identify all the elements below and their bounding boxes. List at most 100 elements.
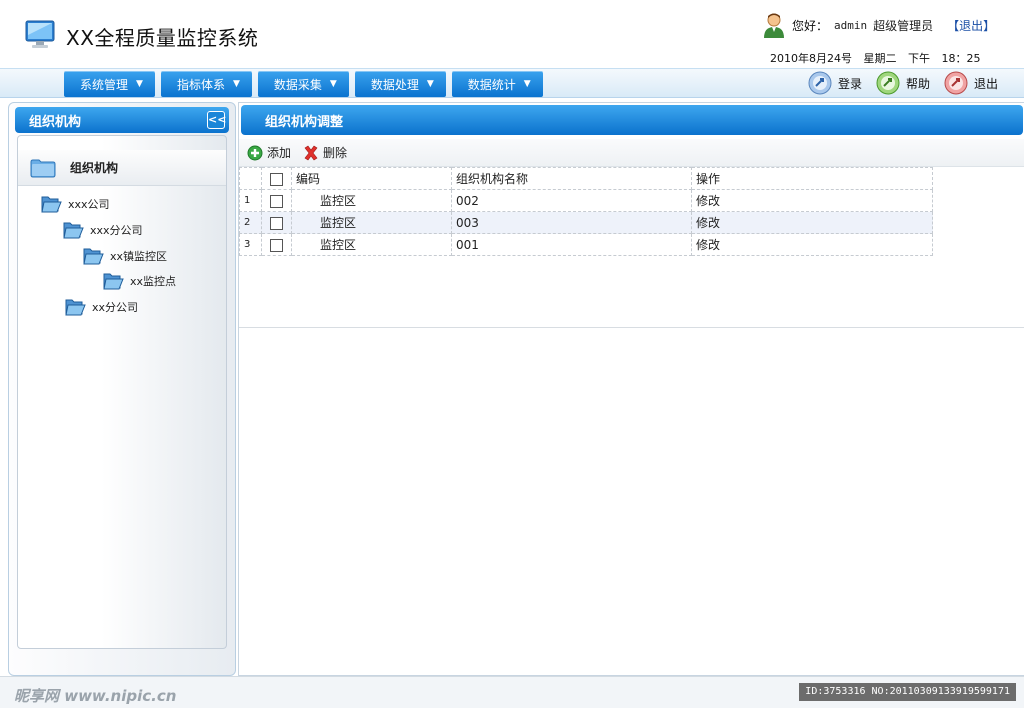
greeting-label: 您好： [792,18,829,33]
sidebar-title: 组织机构 [29,114,82,130]
main-menu: 系统管理 ▼ 指标体系 ▼ 数据采集 ▼ 数据处理 ▼ 数据统计 ▼ [64,71,543,97]
tree-node-town-monitor-area[interactable]: xx镇监控区 [82,246,167,266]
row-select-cell [261,189,292,212]
tree-node-company[interactable]: xxx公司 [40,194,110,214]
menu-system-management[interactable]: 系统管理 ▼ [64,71,155,97]
table-row: 3 监控区 001 修改 [239,233,933,256]
main-content: 组织机构调整 添加 删除 编码 组织机构名称 操作 1 监控区 002 修改 2… [238,102,1024,676]
row-index: 1 [239,189,262,212]
row-code: 监控区 [291,211,452,234]
row-code: 监控区 [291,233,452,256]
tree-root[interactable]: 组织机构 [18,150,226,186]
row-checkbox[interactable] [270,216,283,230]
header-index [239,167,262,190]
app-title: XX全程质量监控系统 [66,26,259,50]
row-org-name: 002 [451,189,692,212]
menu-data-collection[interactable]: 数据采集 ▼ [257,71,349,97]
header-code: 编码 [291,167,452,190]
login-icon [808,71,832,95]
login-button[interactable]: 登录 [808,71,862,95]
row-checkbox[interactable] [270,238,283,252]
quick-links: 登录 帮助 退出 [808,71,998,95]
tree-node-branch-2[interactable]: xx分公司 [64,297,138,317]
menu-label: 数据统计 [467,77,516,92]
header: XX全程质量监控系统 您好： admin 超级管理员 【退出】 2010年8月2… [0,0,1024,68]
tree-node-label: xx监控点 [130,275,177,288]
watermark-text: 昵享网 www.nipic.cn [14,687,177,705]
row-code: 监控区 [291,189,452,212]
image-id-strip: ID:3753316 NO:20110309133919599171 [799,683,1016,701]
content-title: 组织机构调整 [265,114,344,130]
header-action: 操作 [691,167,933,190]
username: admin [834,18,868,32]
open-folder-icon [103,273,124,290]
edit-link[interactable]: 修改 [691,233,933,256]
table-header-row: 编码 组织机构名称 操作 [239,167,933,190]
user-info: 您好： admin 超级管理员 【退出】 [762,12,995,38]
table-row: 2 监控区 003 修改 [239,211,933,234]
user-role: 超级管理员 [873,18,934,33]
org-tree: 组织机构 xxx公司 xxx分公司 xx镇监控区 xx监控点 xx分公司 [17,135,227,649]
tree-node-label: xx镇监控区 [110,250,168,263]
help-label: 帮助 [905,76,930,91]
tree-node-monitor-point[interactable]: xx监控点 [102,271,176,291]
caret-down-icon: ▼ [232,79,240,89]
menu-data-statistics[interactable]: 数据统计 ▼ [451,71,543,97]
caret-down-icon: ▼ [426,79,434,89]
monitor-icon [25,20,55,48]
open-folder-icon [41,196,62,213]
menu-label: 数据处理 [370,77,419,92]
tree-root-label: 组织机构 [70,161,119,175]
sidebar-header: 组织机构 << [15,107,229,133]
add-label: 添加 [267,146,292,160]
exit-label: 退出 [973,76,998,91]
open-folder-icon [63,222,84,239]
open-folder-icon [83,248,104,265]
plus-icon [247,145,263,160]
footer: 昵享网 www.nipic.cn ID:3753316 NO:201103091… [0,676,1024,708]
header-org-name: 组织机构名称 [451,167,692,190]
org-sidebar: 组织机构 << 组织机构 xxx公司 xxx分公司 xx镇监控区 xx监控点 x… [8,102,236,676]
delete-label: 删除 [323,146,348,160]
menu-data-processing[interactable]: 数据处理 ▼ [354,71,446,97]
open-folder-icon [65,299,86,316]
help-icon [876,71,900,95]
caret-down-icon: ▼ [329,79,337,89]
caret-down-icon: ▼ [523,79,531,89]
edit-link[interactable]: 修改 [691,189,933,212]
folder-icon [30,159,56,177]
tree-node-branch-1[interactable]: xxx分公司 [62,220,143,240]
org-table: 编码 组织机构名称 操作 1 监控区 002 修改 2 监控区 003 修改 3 [239,167,933,256]
exit-icon [944,71,968,95]
collapse-sidebar-button[interactable]: << [207,111,227,129]
menu-label: 指标体系 [176,77,225,92]
logout-link[interactable]: 【退出】 [947,17,995,34]
content-header: 组织机构调整 [241,105,1023,135]
row-org-name: 003 [451,211,692,234]
menu-indicator-system[interactable]: 指标体系 ▼ [160,71,252,97]
user-avatar-icon [764,13,784,38]
add-button[interactable]: 添加 [247,144,291,161]
menu-label: 系统管理 [80,77,129,92]
edit-link[interactable]: 修改 [691,211,933,234]
table-row: 1 监控区 002 修改 [239,189,933,212]
tree-node-label: xxx公司 [68,198,110,211]
caret-down-icon: ▼ [136,79,143,89]
double-chevron-left-icon: << [208,113,227,126]
select-all-checkbox[interactable] [270,172,283,186]
tree-node-label: xxx分公司 [90,224,143,237]
delete-button[interactable]: 删除 [303,144,347,161]
content-divider [239,327,1024,328]
table-toolbar: 添加 删除 [239,139,1024,167]
row-checkbox[interactable] [270,194,283,208]
row-org-name: 001 [451,233,692,256]
delete-x-icon [304,145,318,160]
row-select-cell [261,233,292,256]
main-navbar: 系统管理 ▼ 指标体系 ▼ 数据采集 ▼ 数据处理 ▼ 数据统计 ▼ 登录 帮助… [0,68,1024,98]
menu-label: 数据采集 [273,77,322,92]
exit-button[interactable]: 退出 [944,71,998,95]
row-index: 2 [239,211,262,234]
help-button[interactable]: 帮助 [876,71,930,95]
row-select-cell [261,211,292,234]
tree-node-label: xx分公司 [92,301,139,314]
